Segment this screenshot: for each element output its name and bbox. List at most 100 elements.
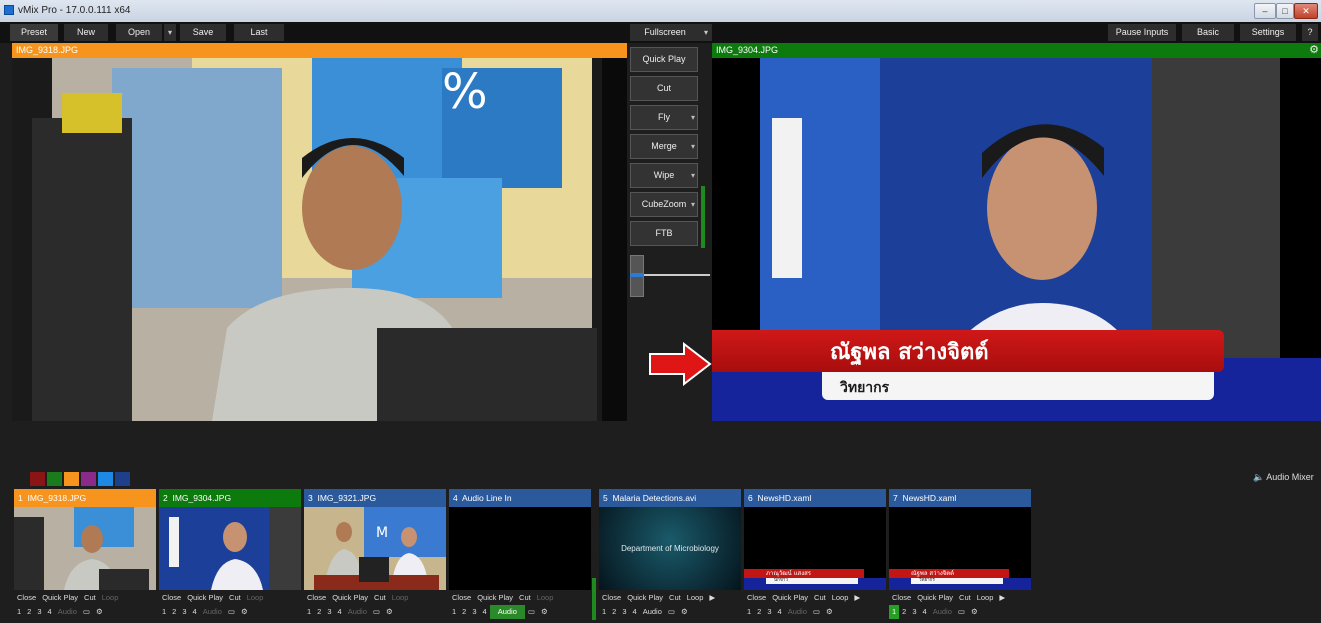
fly-dropdown-icon[interactable]: ▾ — [688, 105, 698, 130]
basic-button[interactable]: Basic — [1182, 24, 1234, 41]
overlay-3-button[interactable]: 3 — [34, 605, 44, 619]
input-thumbnail-3[interactable]: M — [304, 507, 446, 590]
overlay-3-button[interactable]: 3 — [909, 605, 919, 619]
loop-button[interactable]: Loop — [974, 591, 997, 605]
gear-icon[interactable]: ⚙ — [968, 605, 981, 619]
monitor-icon[interactable]: ▭ — [665, 605, 678, 619]
overlay-2-button[interactable]: 2 — [459, 605, 469, 619]
new-button[interactable]: New — [64, 24, 108, 41]
overlay-1-button[interactable]: 1 — [304, 605, 314, 619]
overlay-1-button[interactable]: 1 — [599, 605, 609, 619]
quick-play-button[interactable]: Quick Play — [769, 591, 811, 605]
monitor-icon[interactable]: ▭ — [370, 605, 383, 619]
overlay-1-button[interactable]: 1 — [159, 605, 169, 619]
fullscreen-button[interactable]: Fullscreen — [630, 24, 700, 41]
overlay-3-button[interactable]: 3 — [324, 605, 334, 619]
close-button[interactable]: Close — [449, 591, 474, 605]
close-button[interactable]: Close — [889, 591, 914, 605]
settings-button[interactable]: Settings — [1240, 24, 1296, 41]
loop-button[interactable]: Loop — [389, 591, 412, 605]
loop-button[interactable]: Loop — [534, 591, 557, 605]
cut-button[interactable]: Cut — [516, 591, 534, 605]
cut-button[interactable]: Cut — [956, 591, 974, 605]
gear-icon[interactable]: ⚙ — [678, 605, 691, 619]
input-header-6[interactable]: 6 NewsHD.xaml — [744, 489, 886, 507]
gear-icon[interactable]: ⚙ — [538, 605, 551, 619]
close-icon[interactable]: ✕ — [1294, 3, 1318, 19]
audio-button[interactable]: Audio — [640, 605, 665, 619]
cut-button[interactable]: Cut — [81, 591, 99, 605]
open-dropdown-icon[interactable]: ▾ — [164, 24, 176, 41]
overlay-3-button[interactable]: 3 — [469, 605, 479, 619]
cut-button[interactable]: Cut — [226, 591, 244, 605]
gear-icon[interactable]: ⚙ — [383, 605, 396, 619]
loop-button[interactable]: Loop — [684, 591, 707, 605]
overlay-4-button[interactable]: 4 — [775, 605, 785, 619]
play-icon[interactable]: ▶ — [851, 591, 863, 605]
monitor-icon[interactable]: ▭ — [80, 605, 93, 619]
overlay-4-button[interactable]: 4 — [190, 605, 200, 619]
input-header-4[interactable]: 4 Audio Line In — [449, 489, 591, 507]
color-swatch-navy[interactable] — [115, 472, 130, 486]
ftb-button[interactable]: FTB — [630, 221, 698, 246]
overlay-4-button[interactable]: 4 — [480, 605, 490, 619]
input-header-5[interactable]: 5 Malaria Detections.avi — [599, 489, 741, 507]
loop-button[interactable]: Loop — [244, 591, 267, 605]
quick-play-button[interactable]: Quick Play — [329, 591, 371, 605]
color-swatch-purple[interactable] — [81, 472, 96, 486]
overlay-2-button[interactable]: 2 — [899, 605, 909, 619]
audio-button[interactable]: Audio — [489, 605, 525, 619]
overlay-2-button[interactable]: 2 — [24, 605, 34, 619]
input-thumbnail-2[interactable] — [159, 507, 301, 590]
cut-button[interactable]: Cut — [666, 591, 684, 605]
audio-button[interactable]: Audio — [785, 605, 810, 619]
preview-window[interactable]: % — [12, 58, 627, 421]
overlay-3-button[interactable]: 3 — [764, 605, 774, 619]
input-thumbnail-5[interactable]: Department of Microbiology — [599, 507, 741, 590]
close-button[interactable]: Close — [599, 591, 624, 605]
color-swatch-red[interactable] — [30, 472, 45, 486]
input-thumbnail-4[interactable] — [449, 507, 591, 590]
close-button[interactable]: Close — [744, 591, 769, 605]
gear-icon[interactable]: ⚙ — [1309, 43, 1319, 58]
overlay-2-button[interactable]: 2 — [754, 605, 764, 619]
input-thumbnail-1[interactable] — [14, 507, 156, 590]
color-swatch-blue[interactable] — [98, 472, 113, 486]
last-button[interactable]: Last — [234, 24, 284, 41]
audio-mixer-button[interactable]: 🔈 Audio Mixer — [1253, 472, 1314, 483]
input-thumbnail-6[interactable]: ภาณุวัฒน์ แสงสร นักข่าว — [744, 507, 886, 590]
input-thumbnail-7[interactable]: ณัฐพล สว่างจิตต์ วิทยากร — [889, 507, 1031, 590]
monitor-icon[interactable]: ▭ — [525, 605, 538, 619]
overlay-3-button[interactable]: 3 — [619, 605, 629, 619]
pause-inputs-button[interactable]: Pause Inputs — [1108, 24, 1176, 41]
preset-button[interactable]: Preset — [10, 24, 58, 41]
audio-button[interactable]: Audio — [200, 605, 225, 619]
overlay-1-button[interactable]: 1 — [889, 605, 900, 619]
overlay-1-button[interactable]: 1 — [449, 605, 459, 619]
audio-button[interactable]: Audio — [55, 605, 80, 619]
overlay-3-button[interactable]: 3 — [179, 605, 189, 619]
program-window[interactable]: ณัฐพล สว่างจิตต์ วิทยากร — [712, 58, 1321, 421]
gear-icon[interactable]: ⚙ — [238, 605, 251, 619]
monitor-icon[interactable]: ▭ — [225, 605, 238, 619]
overlay-4-button[interactable]: 4 — [920, 605, 930, 619]
overlay-2-button[interactable]: 2 — [609, 605, 619, 619]
gear-icon[interactable]: ⚙ — [823, 605, 836, 619]
play-icon[interactable]: ▶ — [706, 591, 718, 605]
merge-dropdown-icon[interactable]: ▾ — [688, 134, 698, 159]
cubezoom-dropdown-icon[interactable]: ▾ — [688, 192, 698, 217]
wipe-dropdown-icon[interactable]: ▾ — [688, 163, 698, 188]
play-icon[interactable]: ▶ — [996, 591, 1008, 605]
save-button[interactable]: Save — [180, 24, 226, 41]
minimize-icon[interactable]: – — [1254, 3, 1276, 19]
cut-button[interactable]: Cut — [811, 591, 829, 605]
fullscreen-dropdown-icon[interactable]: ▾ — [700, 24, 712, 41]
loop-button[interactable]: Loop — [829, 591, 852, 605]
input-header-1[interactable]: 1 IMG_9318.JPG — [14, 489, 156, 507]
overlay-4-button[interactable]: 4 — [335, 605, 345, 619]
quick-play-button[interactable]: Quick Play — [474, 591, 516, 605]
overlay-2-button[interactable]: 2 — [169, 605, 179, 619]
monitor-icon[interactable]: ▭ — [810, 605, 823, 619]
cut-button[interactable]: Cut — [630, 76, 698, 101]
monitor-icon[interactable]: ▭ — [955, 605, 968, 619]
